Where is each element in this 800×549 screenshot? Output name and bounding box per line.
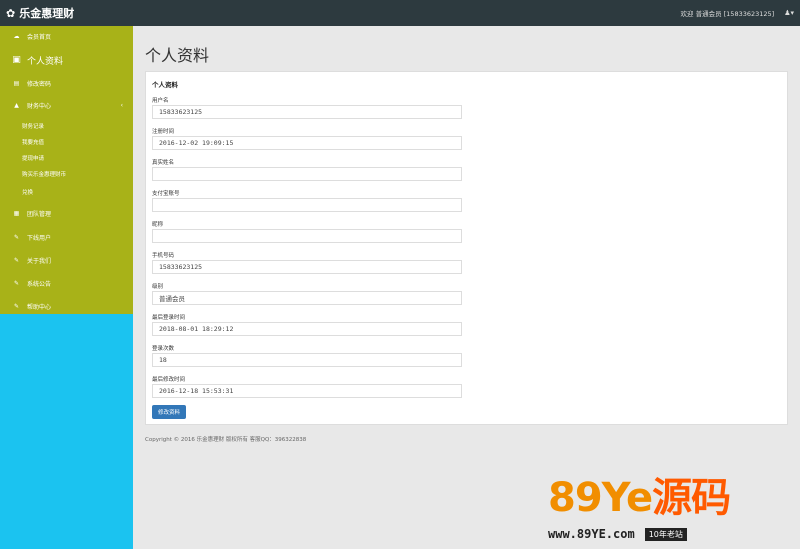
edit-icon: ✎ xyxy=(13,256,20,264)
field-label-last-login: 最后登录时间 xyxy=(152,315,186,321)
phone-field[interactable]: 15833623125 xyxy=(152,260,462,274)
login-count-field[interactable]: 18 xyxy=(152,353,462,367)
sidebar-item-label: 财务中心 xyxy=(27,102,52,110)
last-modified-field[interactable]: 2016-12-18 15:53:31 xyxy=(152,384,462,398)
username-field[interactable]: 15833623125 xyxy=(152,105,462,119)
field-label-phone: 手机号码 xyxy=(152,253,175,259)
profile-card: 个人资料 用户名 15833623125 注册时间 2016-12-02 19:… xyxy=(145,71,788,425)
field-label-register-time: 注册时间 xyxy=(152,129,175,135)
sidebar-item-finance[interactable]: ▲ 财务中心 ‹ xyxy=(0,99,133,111)
field-label-alipay: 支付宝账号 xyxy=(152,191,180,197)
sidebar-item-about[interactable]: ✎ 关于我们 xyxy=(0,254,133,266)
field-label-level: 级别 xyxy=(152,284,164,290)
welcome-text: 欢迎 普通会员 [15833623125] xyxy=(680,10,775,18)
field-label-login-count: 登录次数 xyxy=(152,346,175,352)
footer-copyright: Copyright © 2016 乐金惠理财 版权所有 客服QQ：3963228… xyxy=(145,437,307,443)
chart-icon: ▤ xyxy=(13,79,20,87)
sidebar-item-label: 系统公告 xyxy=(27,280,52,288)
edit-icon: ✎ xyxy=(13,279,20,287)
brand[interactable]: ✿ 乐金惠理财 xyxy=(6,5,74,21)
grid-icon: ▦ xyxy=(13,209,20,217)
watermark-text-1: 89 xyxy=(548,475,603,521)
sidebar xyxy=(0,26,133,314)
chevron-left-icon: ‹ xyxy=(120,101,123,109)
last-login-field[interactable]: 2018-08-01 18:29:12 xyxy=(152,322,462,336)
sidebar-item-home[interactable]: ☁ 会员首页 xyxy=(0,30,133,42)
alipay-field[interactable] xyxy=(152,198,462,212)
sidebar-item-label: 团队管理 xyxy=(27,210,52,218)
sidebar-subitem-recharge[interactable]: 我要充值 xyxy=(22,138,44,146)
field-label-real-name: 真实姓名 xyxy=(152,160,175,166)
cloud-icon: ☁ xyxy=(13,32,20,40)
edit-icon: ✎ xyxy=(13,302,20,310)
watermark-logo: 89Ye源码 xyxy=(548,475,731,521)
sidebar-item-password[interactable]: ▤ 修改密码 xyxy=(0,77,133,89)
field-label-nickname: 昵称 xyxy=(152,222,164,228)
watermark-text-2: Ye xyxy=(601,475,653,521)
field-label-last-modified: 最后修改时间 xyxy=(152,377,186,383)
user-icon[interactable]: ♟▾ xyxy=(784,9,794,17)
sidebar-item-label: 会员首页 xyxy=(27,33,52,41)
sitemap-icon: ▲ xyxy=(14,101,19,109)
save-profile-button[interactable]: 修改资料 xyxy=(152,405,186,419)
sidebar-item-downline[interactable]: ✎ 下线用户 xyxy=(0,231,133,243)
watermark-text-3: 源码 xyxy=(652,475,731,521)
card-title: 个人资料 xyxy=(152,81,178,89)
sidebar-subitem-withdraw[interactable]: 提现申请 xyxy=(22,154,44,162)
page-title: 个人资料 xyxy=(145,46,210,65)
edit-icon: ✎ xyxy=(13,233,20,241)
nickname-field[interactable] xyxy=(152,229,462,243)
sidebar-item-label: 修改密码 xyxy=(27,80,52,88)
watermark-url: www.89YE.com xyxy=(548,527,635,541)
sidebar-item-label: 下线用户 xyxy=(27,234,52,242)
sidebar-subitem-exchange[interactable]: 兑换 xyxy=(22,188,33,196)
sidebar-subitem-buy-coins[interactable]: 购买乐金惠理财币 xyxy=(22,170,66,178)
field-label-username: 用户名 xyxy=(152,98,169,104)
brand-name: 乐金惠理财 xyxy=(19,7,75,20)
sidebar-item-help[interactable]: ✎ 帮助中心 xyxy=(0,300,133,312)
top-navbar: ✿ 乐金惠理财 欢迎 普通会员 [15833623125] ♟▾ xyxy=(0,0,800,26)
monitor-icon: ▣ xyxy=(12,55,21,65)
sidebar-item-label: 帮助中心 xyxy=(27,303,52,311)
watermark-tag: 10年老站 xyxy=(644,527,687,541)
sidebar-item-profile[interactable]: ▣ 个人资料 xyxy=(0,52,133,68)
watermark-url-row: www.89YE.com 10年老站 xyxy=(548,527,687,541)
sidebar-fill xyxy=(0,314,133,549)
sidebar-item-announcements[interactable]: ✎ 系统公告 xyxy=(0,277,133,289)
sidebar-item-team[interactable]: ▦ 团队管理 xyxy=(0,207,133,219)
real-name-field[interactable] xyxy=(152,167,462,181)
level-field[interactable]: 普通会员 xyxy=(152,291,462,305)
gear-icon: ✿ xyxy=(6,6,16,20)
sidebar-subitem-records[interactable]: 财务记录 xyxy=(22,122,44,130)
sidebar-item-label: 关于我们 xyxy=(27,257,52,265)
register-time-field[interactable]: 2016-12-02 19:09:15 xyxy=(152,136,462,150)
sidebar-item-label: 个人资料 xyxy=(27,56,64,67)
